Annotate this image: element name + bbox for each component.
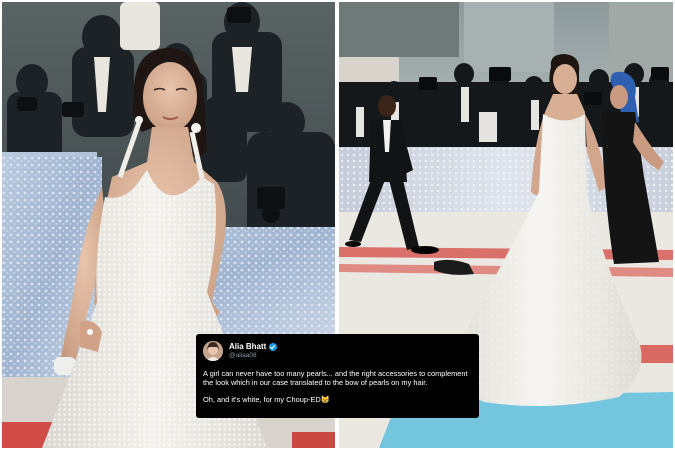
profile-avatar[interactable]	[203, 341, 223, 361]
tweet-text-line2: Oh, and it's white, for my Choup-ED😸	[203, 395, 473, 404]
author-handle[interactable]: @aliaa08	[229, 351, 277, 360]
tweet-author: Alia Bhatt @aliaa08	[229, 342, 278, 360]
author-name[interactable]: Alia Bhatt	[229, 342, 266, 351]
verified-badge-icon	[269, 342, 278, 351]
tweet-card: Alia Bhatt @aliaa08 A girl can never hav…	[196, 334, 479, 418]
tweet-text-line2-content: Oh, and it's white, for my Choup-ED	[203, 395, 321, 404]
cat-emoji-icon: 😸	[320, 395, 330, 404]
tweet-header: Alia Bhatt @aliaa08	[203, 340, 473, 362]
author-name-row: Alia Bhatt	[229, 342, 278, 351]
avatar-image	[203, 341, 223, 361]
tweet-text: A girl can never have too many pearls...…	[203, 369, 468, 387]
